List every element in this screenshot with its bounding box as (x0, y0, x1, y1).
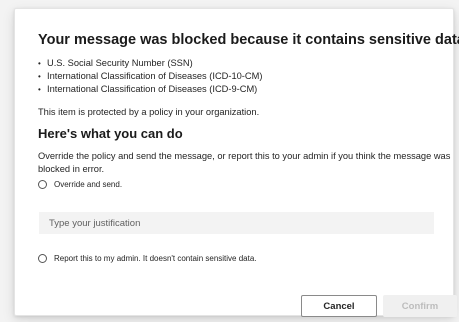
report-option[interactable]: Report this to my admin. It doesn't cont… (38, 254, 257, 263)
policy-notice: This item is protected by a policy in yo… (38, 107, 260, 117)
override-label: Override and send. (54, 180, 123, 189)
section-heading: Here's what you can do (38, 126, 183, 141)
sensitive-data-list: • U.S. Social Security Number (SSN) • In… (38, 57, 262, 96)
confirm-button[interactable]: Confirm (383, 295, 457, 317)
blocked-message-dialog: Your message was blocked because it cont… (14, 8, 459, 317)
cancel-button[interactable]: Cancel (301, 295, 377, 317)
bullet-icon: • (38, 72, 41, 81)
justification-input[interactable] (39, 212, 434, 234)
override-option[interactable]: Override and send. (38, 180, 122, 189)
report-radio[interactable] (38, 254, 47, 263)
instructions-text: Override the policy and send the message… (38, 151, 451, 174)
list-item: • International Classification of Diseas… (38, 83, 262, 96)
sensitive-item-icd10: International Classification of Diseases… (47, 71, 263, 81)
list-item: • U.S. Social Security Number (SSN) (38, 57, 262, 70)
list-item: • International Classification of Diseas… (38, 70, 262, 83)
sensitive-item-ssn: U.S. Social Security Number (SSN) (47, 58, 193, 68)
bullet-icon: • (38, 59, 41, 68)
sensitive-item-icd9: International Classification of Diseases… (47, 84, 258, 94)
override-radio[interactable] (38, 180, 47, 189)
report-label: Report this to my admin. It doesn't cont… (54, 254, 257, 263)
bullet-icon: • (38, 85, 41, 94)
dialog-title: Your message was blocked because it cont… (38, 32, 459, 48)
